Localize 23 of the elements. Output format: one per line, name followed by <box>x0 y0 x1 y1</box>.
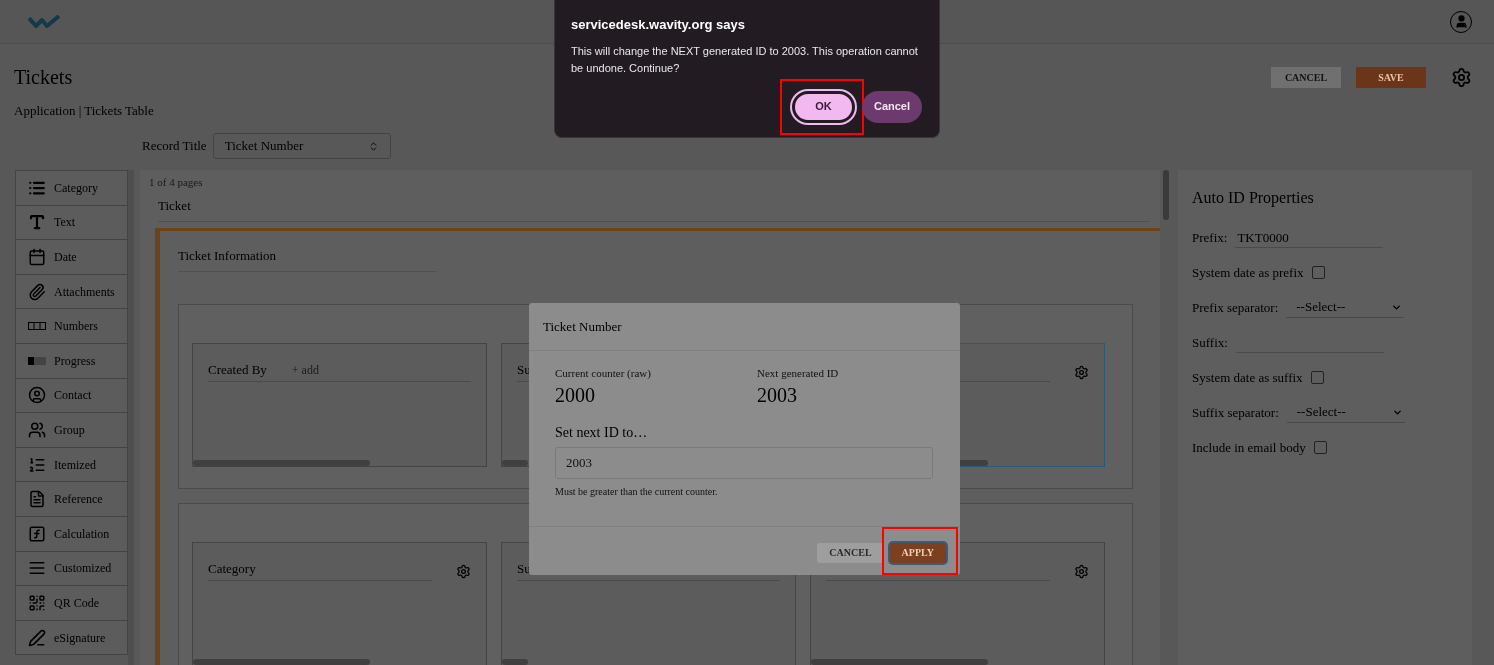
property-label: System date as prefix <box>1192 263 1304 282</box>
field-label: Created By <box>208 360 267 379</box>
input-label: Set next ID to… <box>555 423 648 442</box>
stat-value: 2000 <box>555 382 596 408</box>
dialog-message: This will change the NEXT generated ID to 2003. This operation cannot be undone. Continue? <box>571 43 919 76</box>
help-text: Must be greater than the current counter. <box>555 484 718 499</box>
property-label: Include in email body <box>1192 438 1306 457</box>
property-label: Suffix: <box>1192 333 1228 352</box>
dialog-title: servicedesk.wavity.org says <box>571 16 746 34</box>
property-label: Suffix separator: <box>1192 403 1279 422</box>
property-label: Prefix separator: <box>1192 298 1279 317</box>
property-label: System date as suffix <box>1192 368 1303 387</box>
stat-label: Next generated ID <box>757 366 840 381</box>
breadcrumb: Application | Tickets Table <box>14 103 154 118</box>
stat-label: Current counter (raw) <box>555 366 652 381</box>
page-title: Tickets <box>14 65 73 90</box>
stat-value: 2003 <box>757 382 798 408</box>
record-title-label: Record Title <box>142 137 207 156</box>
property-label: Prefix: <box>1192 228 1228 247</box>
modal-title: Ticket Number <box>543 317 622 336</box>
section-title: Ticket Information <box>178 247 277 263</box>
panel-title: Auto ID Properties <box>1192 188 1315 209</box>
field-label: Category <box>208 559 256 578</box>
